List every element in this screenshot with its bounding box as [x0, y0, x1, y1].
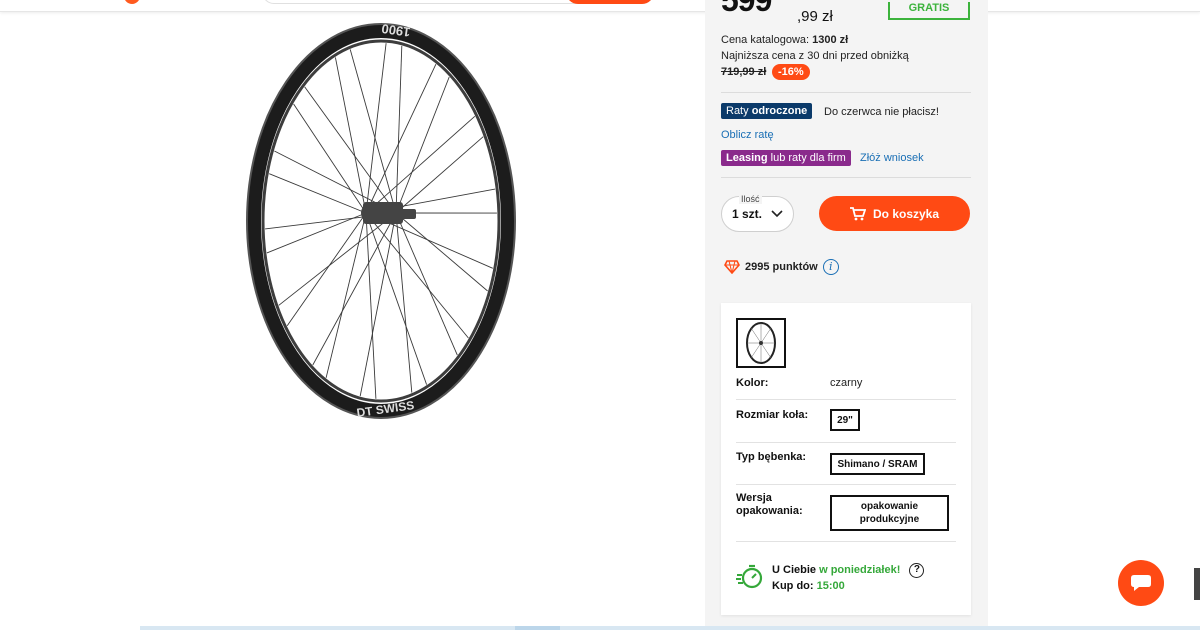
catalog-price-value: 1300 zł [812, 34, 849, 46]
help-icon[interactable]: ? [909, 562, 925, 578]
wheel-spoke [365, 212, 469, 339]
divider [736, 399, 956, 400]
rim-model-text: 1900 [381, 21, 412, 40]
wheel-spoke [278, 212, 397, 306]
raty-description: Do czerwca nie płacisz! [824, 106, 939, 118]
quantity-select[interactable]: Ilość 1 szt. [721, 194, 794, 232]
add-to-cart-label: Do koszyka [872, 206, 940, 221]
leasing-badge[interactable]: Leasing lub raty dla firm [721, 150, 851, 166]
quantity-label: Ilość [739, 194, 762, 204]
site-header [0, 0, 1200, 12]
bottom-divider [140, 626, 1200, 630]
color-value: czarny [830, 377, 863, 389]
delivery-day: w poniedziałek! [819, 564, 901, 576]
price-cents: ,99 zł [797, 8, 833, 25]
wheel-spoke [365, 212, 377, 399]
price-main: 599 [721, 0, 772, 18]
wheel-spoke [395, 45, 403, 214]
wheel-thumbnail-icon [746, 322, 776, 364]
divider [721, 92, 971, 93]
chevron-down-icon [771, 210, 783, 218]
raty-badge-bold: odroczone [751, 105, 808, 117]
old-price: 719,99 zł [721, 66, 767, 78]
color-label: Kolor: [736, 377, 769, 389]
delivery-line2-prefix: Kup do: [772, 580, 814, 592]
logo-icon[interactable] [124, 0, 140, 4]
wheel-spoke [269, 173, 367, 214]
delivery-time: 15:00 [816, 580, 845, 592]
lowest-price-label: Najniższa cena z 30 dni przed obniżką [721, 50, 909, 62]
bottom-divider-segment [515, 626, 560, 630]
catalog-price-label: Cena katalogowa: [721, 34, 810, 46]
variant-thumbnail[interactable] [736, 318, 786, 368]
cart-icon [849, 206, 866, 220]
divider [736, 442, 956, 443]
wheel-spoke [359, 212, 397, 397]
wheel-size-option[interactable]: 29" [830, 409, 860, 431]
free-shipping-badge: GRATIS [888, 2, 970, 20]
wheel-spoke [325, 212, 367, 378]
package-option[interactable]: opakowanie produkcyjne [830, 495, 949, 531]
divider [721, 177, 971, 178]
wheel-spoke [395, 212, 413, 393]
wheel-spoke [395, 212, 458, 356]
divider [736, 541, 956, 542]
catalog-price: Cena katalogowa: 1300 zł [721, 34, 848, 46]
divider [736, 484, 956, 485]
calculate-installment-link[interactable]: Oblicz ratę [721, 129, 774, 141]
wheel-spoke [286, 212, 367, 326]
freehub-option[interactable]: Shimano / SRAM [830, 453, 925, 475]
chat-bubble-icon [1131, 575, 1151, 591]
diamond-icon [724, 260, 740, 274]
add-to-cart-button[interactable]: Do koszyka [819, 196, 970, 231]
raty-badge[interactable]: Raty odroczone [721, 103, 813, 119]
delivery-info: U Ciebie w poniedziałek! ? Kup do: 15:00 [736, 562, 925, 594]
quantity-value: 1 szt. [732, 207, 763, 221]
leasing-badge-bold: Leasing [726, 152, 768, 164]
wheel-spoke [266, 212, 367, 254]
discount-badge: -16% [772, 64, 810, 80]
wheel-size-label: Rozmiar koła: [736, 409, 809, 421]
wheel-spoke [395, 76, 450, 214]
delivery-line1-prefix: U Ciebie [772, 564, 817, 576]
product-image[interactable]: DT SWISS 1900 [236, 16, 526, 426]
stopwatch-icon [736, 564, 763, 589]
wheel-spoke [365, 43, 387, 214]
freehub-label: Typ bębenka: [736, 451, 807, 463]
wheel-spoke [365, 212, 428, 385]
package-label: Wersja opakowania: [736, 492, 803, 517]
variant-card: Kolor: czarny Rozmiar koła: 29" Typ bębe… [721, 303, 971, 615]
search-button[interactable] [566, 0, 654, 4]
leasing-badge-rest: lub raty dla firm [770, 152, 846, 164]
raty-badge-prefix: Raty [726, 105, 749, 117]
scrollbar-thumb[interactable] [1194, 568, 1200, 600]
delivery-text: U Ciebie w poniedziałek! ? Kup do: 15:00 [772, 562, 925, 594]
wheel-spoke [312, 212, 397, 366]
apply-link[interactable]: Złóż wniosek [860, 152, 924, 164]
wheel-spoke [349, 49, 397, 214]
chat-button[interactable] [1118, 560, 1164, 606]
info-icon[interactable]: i [822, 259, 839, 275]
wheel-spoke [395, 212, 488, 292]
points-label: 2995 punktów [745, 261, 818, 273]
loyalty-points: 2995 punktów i [724, 259, 839, 275]
